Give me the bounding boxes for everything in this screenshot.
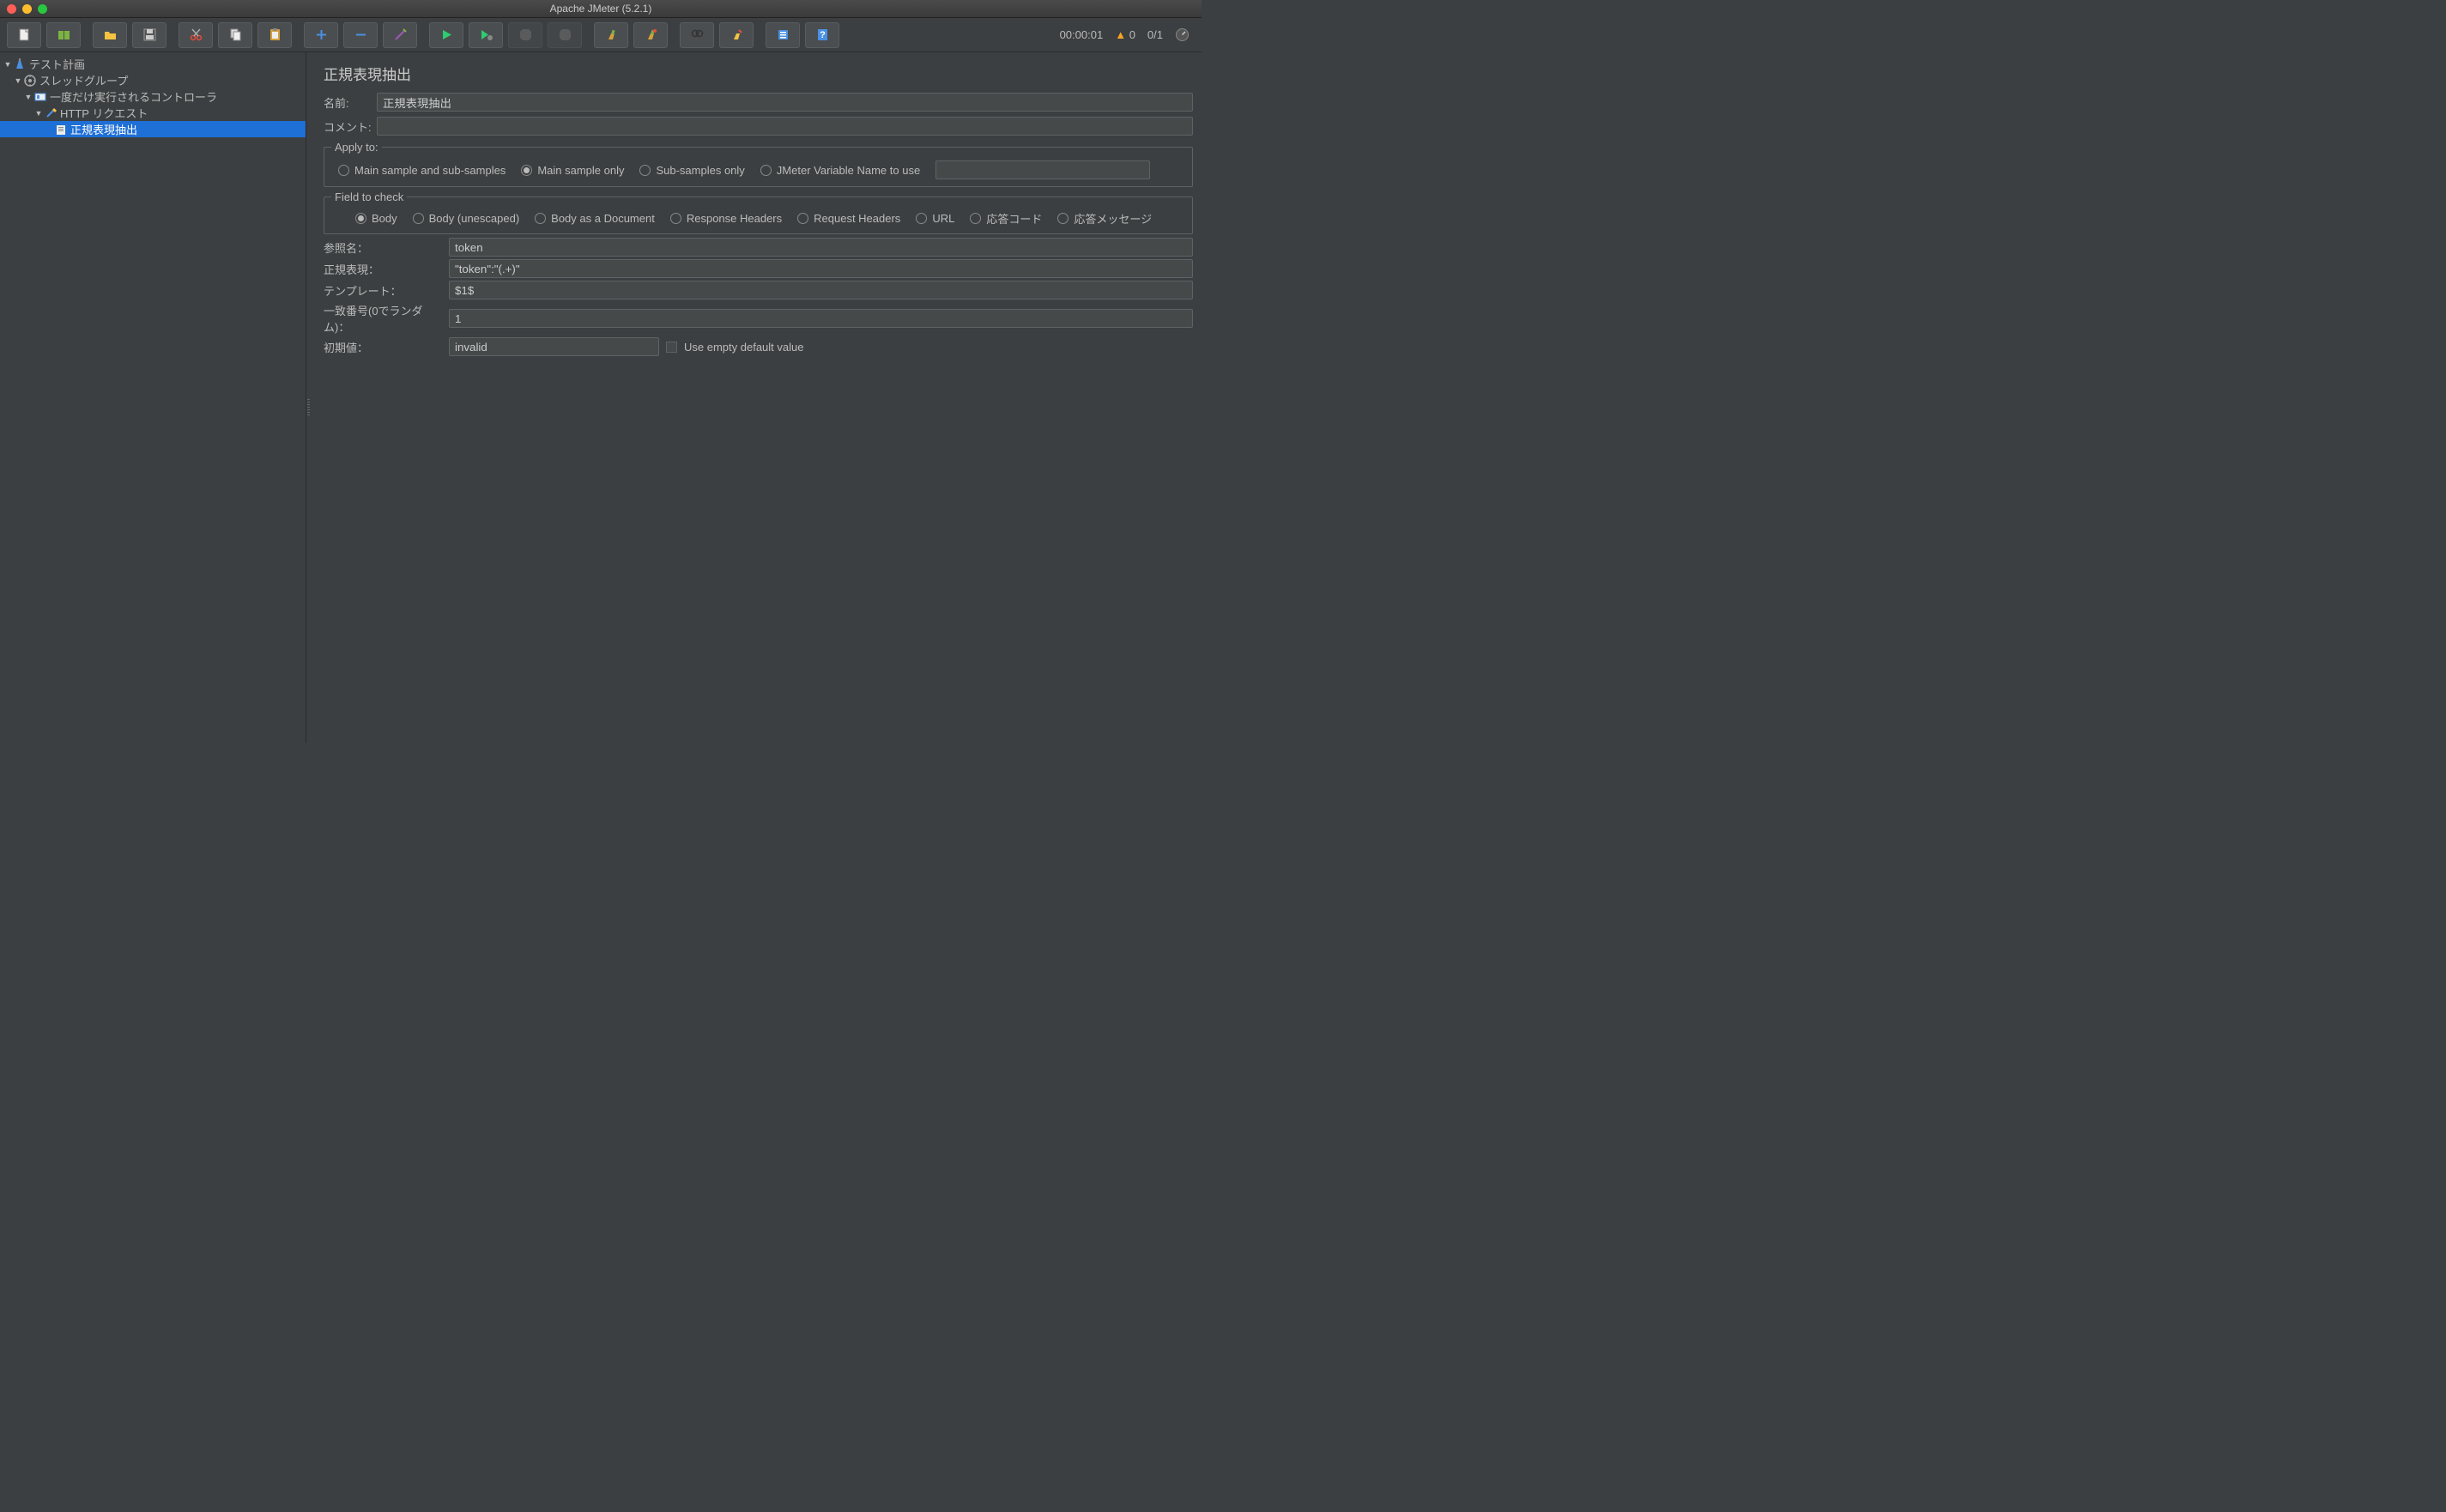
field-body-doc-radio[interactable]: Body as a Document: [535, 212, 655, 225]
stop-button[interactable]: [508, 22, 542, 48]
help-button[interactable]: ?: [805, 22, 839, 48]
apply-sub-only-radio[interactable]: Sub-samples only: [639, 164, 744, 177]
cut-button[interactable]: [179, 22, 213, 48]
apply-main-only-radio[interactable]: Main sample only: [521, 164, 624, 177]
elapsed-time: 00:00:01: [1060, 28, 1104, 41]
ref-name-label: 参照名：: [324, 239, 444, 256]
field-response-headers-radio[interactable]: Response Headers: [670, 212, 782, 225]
close-icon[interactable]: [7, 4, 16, 14]
chevron-down-icon[interactable]: ▼: [3, 60, 12, 69]
regex-label: 正規表現：: [324, 261, 444, 277]
apply-jmeter-var-radio[interactable]: JMeter Variable Name to use: [760, 164, 920, 177]
template-label: テンプレート：: [324, 282, 444, 299]
tree-label: スレッドグループ: [39, 72, 128, 88]
apply-to-group: Apply to: Main sample and sub-samples Ma…: [324, 141, 1193, 187]
apply-main-and-sub-radio[interactable]: Main sample and sub-samples: [338, 164, 506, 177]
start-button[interactable]: [429, 22, 463, 48]
window-title: Apache JMeter (5.2.1): [550, 3, 652, 15]
default-label: 初期値：: [324, 339, 444, 355]
tree-label: 一度だけ実行されるコントローラ: [50, 88, 217, 105]
status-gauge-icon: [1175, 27, 1190, 42]
function-helper-button[interactable]: [766, 22, 800, 48]
expand-button[interactable]: [304, 22, 338, 48]
tree-node-test-plan[interactable]: ▼ テスト計画: [0, 56, 306, 72]
tree-label: HTTP リクエスト: [60, 105, 148, 121]
zoom-icon[interactable]: [38, 4, 47, 14]
field-to-check-group: Field to check Body Body (unescaped) Bod…: [324, 191, 1193, 234]
test-plan-icon: [13, 57, 26, 70]
paste-button[interactable]: [257, 22, 292, 48]
new-button[interactable]: [7, 22, 41, 48]
tree-label: テスト計画: [29, 56, 85, 72]
collapse-button[interactable]: [343, 22, 378, 48]
warning-indicator: ▲ 0: [1115, 28, 1135, 41]
regex-input[interactable]: [449, 259, 1193, 278]
tree-node-thread-group[interactable]: ▼ スレッドグループ: [0, 72, 306, 88]
thread-group-icon: [23, 74, 36, 87]
use-empty-label: Use empty default value: [684, 341, 803, 354]
templates-button[interactable]: [46, 22, 81, 48]
use-empty-checkbox[interactable]: [666, 342, 677, 353]
chevron-down-icon[interactable]: ▼: [14, 76, 22, 85]
match-no-label: 一致番号(0でランダム)：: [324, 302, 444, 335]
copy-button[interactable]: [218, 22, 252, 48]
http-request-icon: [44, 106, 57, 119]
toolbar: ? 00:00:01 ▲ 0 0/1: [0, 18, 1202, 52]
toggle-button[interactable]: [383, 22, 417, 48]
field-body-radio[interactable]: Body: [355, 212, 397, 225]
shutdown-button[interactable]: [548, 22, 582, 48]
name-label: 名前:: [324, 94, 377, 111]
chevron-down-icon[interactable]: ▼: [34, 109, 43, 118]
save-button[interactable]: [132, 22, 166, 48]
field-request-headers-radio[interactable]: Request Headers: [797, 212, 900, 225]
field-resp-msg-radio[interactable]: 応答メッセージ: [1057, 210, 1152, 227]
controller-icon: [33, 90, 46, 103]
page-title: 正規表現抽出: [324, 63, 1193, 84]
start-no-timers-button[interactable]: [469, 22, 503, 48]
tree-pane[interactable]: ▼ テスト計画 ▼ スレッドグループ ▼ 一度だけ実行されるコントローラ ▼ H…: [0, 52, 306, 743]
splitter-handle[interactable]: [306, 52, 312, 743]
field-body-unescaped-radio[interactable]: Body (unescaped): [413, 212, 520, 225]
tree-node-http-request[interactable]: ▼ HTTP リクエスト: [0, 105, 306, 121]
comment-label: コメント:: [324, 118, 377, 135]
template-input[interactable]: [449, 281, 1193, 299]
titlebar: Apache JMeter (5.2.1): [0, 0, 1202, 18]
svg-text:?: ?: [820, 30, 826, 40]
tree-node-once-controller[interactable]: ▼ 一度だけ実行されるコントローラ: [0, 88, 306, 105]
field-to-check-legend: Field to check: [331, 191, 407, 203]
window-controls: [7, 4, 47, 14]
chevron-down-icon[interactable]: ▼: [24, 93, 33, 101]
minimize-icon[interactable]: [22, 4, 32, 14]
field-resp-code-radio[interactable]: 応答コード: [970, 210, 1042, 227]
reset-search-button[interactable]: [719, 22, 754, 48]
match-no-input[interactable]: [449, 309, 1193, 328]
open-button[interactable]: [93, 22, 127, 48]
clear-all-button[interactable]: [633, 22, 668, 48]
content-pane: 正規表現抽出 名前: コメント: Apply to: Main sample a…: [312, 52, 1202, 743]
name-input[interactable]: [377, 93, 1193, 112]
apply-to-legend: Apply to:: [331, 141, 382, 154]
ref-name-input[interactable]: [449, 238, 1193, 257]
tree-label: 正規表現抽出: [70, 121, 137, 137]
toolbar-status: 00:00:01 ▲ 0 0/1: [1060, 27, 1190, 42]
comment-input[interactable]: [377, 117, 1193, 136]
tree-node-regex-extractor[interactable]: 正規表現抽出: [0, 121, 306, 137]
jmeter-var-input[interactable]: [935, 160, 1150, 179]
search-button[interactable]: [680, 22, 714, 48]
default-value-input[interactable]: [449, 337, 659, 356]
post-processor-icon: [54, 123, 67, 136]
field-url-radio[interactable]: URL: [916, 212, 954, 225]
thread-count: 0/1: [1147, 28, 1163, 41]
clear-button[interactable]: [594, 22, 628, 48]
